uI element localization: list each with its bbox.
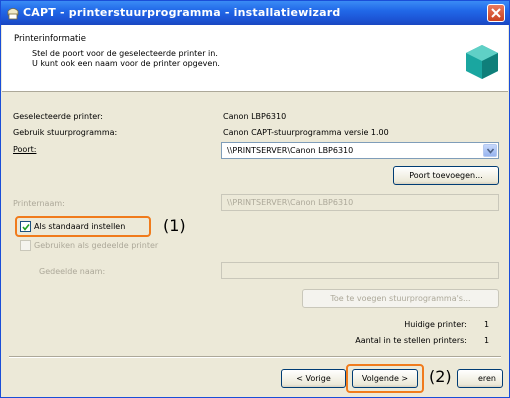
footer-separator bbox=[9, 356, 501, 358]
highlight-set-default bbox=[15, 216, 151, 237]
share-name-label: Gedeelde naam: bbox=[39, 267, 106, 276]
port-dropdown-button[interactable] bbox=[483, 144, 497, 157]
cancel-button[interactable]: eren bbox=[457, 369, 503, 388]
title-bar[interactable]: CAPT - printerstuurprogramma - installat… bbox=[1, 1, 509, 25]
callout-2: (2) bbox=[429, 367, 452, 386]
header-desc-line1: Stel de poort voor de geselecteerde prin… bbox=[32, 49, 218, 58]
selected-printer-value: Canon LBP6310 bbox=[223, 112, 287, 121]
total-printers-value: 1 bbox=[484, 336, 490, 345]
printer-name-field[interactable]: \\PRINTSERVER\Canon LBP6310 bbox=[221, 194, 499, 211]
printer-cube-icon bbox=[466, 45, 498, 79]
port-select[interactable]: \\PRINTSERVER\Canon LBP6310 bbox=[221, 142, 499, 159]
header-title: Printerinformatie bbox=[14, 34, 86, 44]
share-name-field[interactable] bbox=[221, 262, 499, 279]
printer-app-icon bbox=[7, 8, 19, 20]
installer-window: CAPT - printerstuurprogramma - installat… bbox=[0, 0, 510, 398]
selected-printer-label: Geselecteerde printer: bbox=[13, 112, 103, 121]
driver-value: Canon CAPT-stuurprogramma versie 1.00 bbox=[223, 128, 389, 137]
printer-name-label: Printernaam: bbox=[13, 199, 65, 208]
printer-name-value: \\PRINTSERVER\Canon LBP6310 bbox=[227, 198, 354, 207]
port-select-value: \\PRINTSERVER\Canon LBP6310 bbox=[227, 146, 354, 155]
total-printers-label: Aantal in te stellen printers: bbox=[355, 336, 467, 345]
back-button[interactable]: < Vorige bbox=[281, 369, 346, 388]
current-printer-label: Huidige printer: bbox=[404, 320, 467, 329]
wizard-header: Printerinformatie Stel de poort voor de … bbox=[2, 25, 508, 92]
callout-1: (1) bbox=[163, 216, 186, 235]
current-printer-value: 1 bbox=[484, 320, 490, 329]
header-description: Stel de poort voor de geselecteerde prin… bbox=[32, 49, 220, 69]
close-button[interactable] bbox=[487, 4, 505, 22]
port-label: Poort: bbox=[13, 145, 37, 154]
highlight-next bbox=[346, 364, 424, 393]
close-icon bbox=[491, 8, 501, 18]
chevron-down-icon bbox=[487, 148, 494, 154]
window-title: CAPT - printerstuurprogramma - installat… bbox=[23, 6, 341, 19]
driver-label: Gebruik stuurprogramma: bbox=[13, 128, 118, 137]
add-drivers-button[interactable]: Toe te voegen stuurprogramma's... bbox=[302, 289, 499, 308]
add-port-button[interactable]: Poort toevoegen... bbox=[393, 166, 499, 185]
shared-printer-label: Gebruiken als gedeelde printer bbox=[34, 241, 159, 250]
shared-printer-checkbox[interactable] bbox=[20, 240, 31, 251]
header-desc-line2: U kunt ook een naam voor de printer opge… bbox=[32, 59, 220, 68]
